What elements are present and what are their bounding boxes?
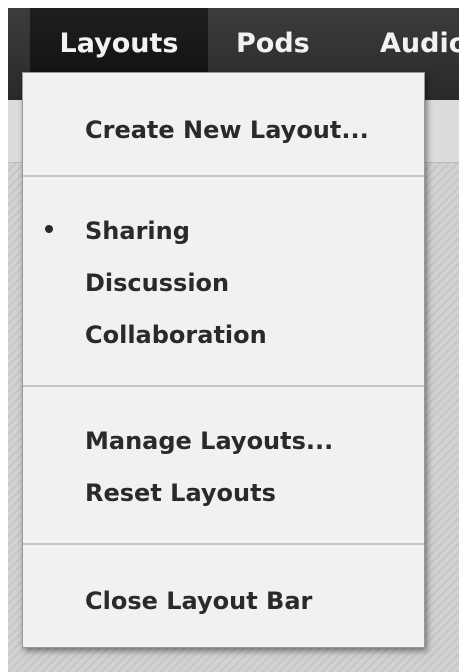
menu-item-close-layout-bar[interactable]: Close Layout Bar: [85, 579, 312, 623]
menu-item-create-new-layout[interactable]: Create New Layout...: [85, 108, 369, 152]
menu-separator: [23, 543, 424, 545]
menu-item-sharing[interactable]: Sharing: [85, 209, 190, 253]
menu-pods[interactable]: Pods: [236, 8, 310, 80]
app-window: Layouts Pods Audio Create New Layout... …: [0, 0, 459, 672]
menu-item-reset-layouts[interactable]: Reset Layouts: [85, 471, 276, 515]
menu-separator: [23, 175, 424, 177]
menu-item-collaboration[interactable]: Collaboration: [85, 313, 267, 357]
menu-layouts[interactable]: Layouts: [30, 8, 208, 80]
menu-separator: [23, 385, 424, 387]
layouts-dropdown-menu: Create New Layout... Sharing Discussion …: [22, 72, 425, 648]
menu-audio[interactable]: Audio: [380, 8, 459, 80]
selected-bullet-icon: [45, 225, 53, 233]
menu-item-discussion[interactable]: Discussion: [85, 261, 229, 305]
menu-item-manage-layouts[interactable]: Manage Layouts...: [85, 419, 333, 463]
